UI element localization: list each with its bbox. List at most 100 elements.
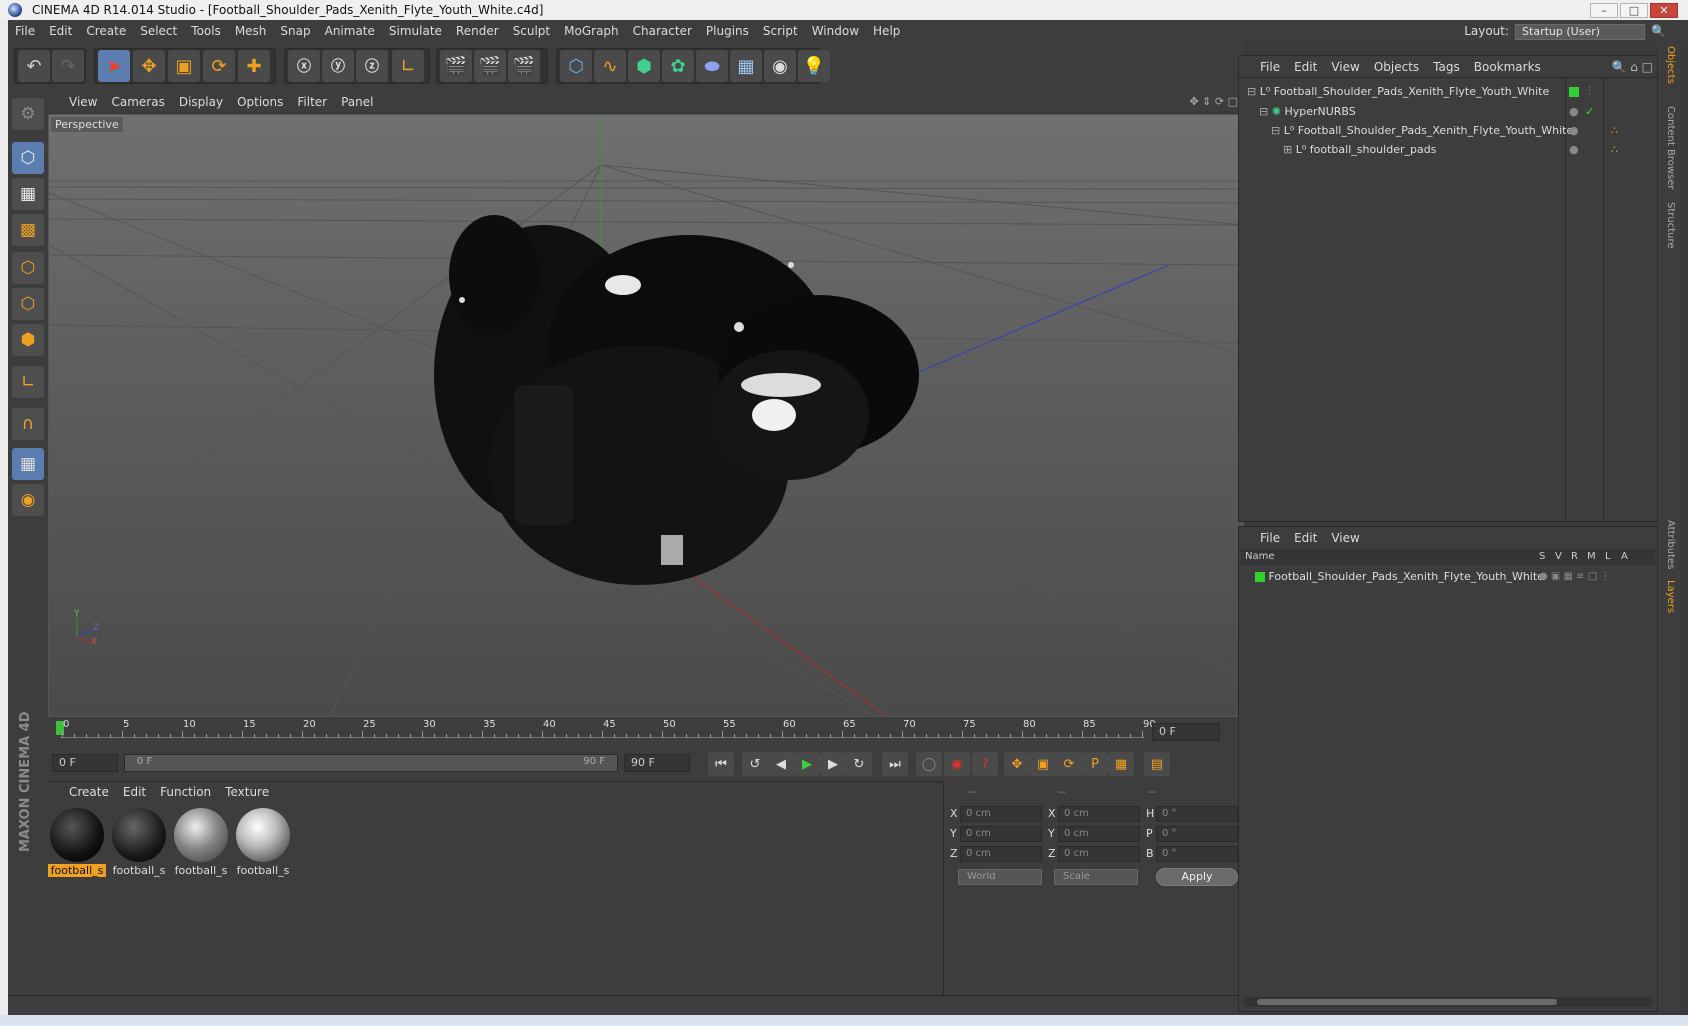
enabled-check-icon[interactable]: ✓	[1585, 102, 1594, 121]
rotate-tool-icon[interactable]: ⟳	[203, 50, 235, 82]
object-menu-objects[interactable]: Objects	[1367, 56, 1426, 78]
object-menu-edit[interactable]: Edit	[1287, 56, 1324, 78]
position-y-field[interactable]: 0 cm	[960, 826, 1042, 842]
menu-edit[interactable]: Edit	[42, 20, 79, 42]
material-swatch[interactable]: football_s	[110, 806, 168, 880]
size-x-field[interactable]: 0 cm	[1058, 806, 1140, 822]
visibility-dots-icon[interactable]: ⋮	[1585, 82, 1594, 101]
tree-item[interactable]: ⊟ ✺ HyperNURBS ● ✓	[1239, 102, 1657, 121]
layer-column-visible[interactable]: V	[1555, 551, 1562, 562]
light-icon[interactable]: 💡	[798, 50, 830, 82]
layer-column-locked[interactable]: L	[1605, 551, 1611, 562]
layer-column-manager[interactable]: M	[1587, 551, 1596, 562]
keyframe-selection-icon[interactable]: ?	[972, 752, 998, 776]
make-editable-icon[interactable]: ⚙	[12, 98, 44, 130]
workplane-mode-icon[interactable]: ▩	[12, 214, 44, 246]
workplane-lock-icon[interactable]: ▦	[12, 448, 44, 480]
axis-mode-icon[interactable]: ∟	[12, 366, 44, 398]
material-tag-icon[interactable]: ∴	[1611, 140, 1618, 159]
apply-button[interactable]: Apply	[1156, 868, 1238, 886]
viewport-menu-panel[interactable]: Panel	[334, 92, 380, 112]
menu-window[interactable]: Window	[805, 20, 866, 42]
render-view-icon[interactable]: 🎬	[440, 50, 472, 82]
material-swatch[interactable]: football_s	[48, 806, 106, 880]
soft-selection-icon[interactable]: ◉	[12, 484, 44, 516]
viewport-menu-filter[interactable]: Filter	[290, 92, 334, 112]
rotation-b-field[interactable]: 0 °	[1156, 846, 1238, 862]
viewport-menu-display[interactable]: Display	[172, 92, 230, 112]
menu-plugins[interactable]: Plugins	[699, 20, 756, 42]
menu-tools[interactable]: Tools	[184, 20, 228, 42]
render-picture-viewer-icon[interactable]: 🎬	[474, 50, 506, 82]
previous-key-icon[interactable]: ↺	[742, 752, 768, 776]
size-mode-dropdown[interactable]: Scale	[1054, 869, 1138, 885]
material-menu-create[interactable]: Create	[62, 782, 116, 802]
material-menu-texture[interactable]: Texture	[218, 782, 276, 802]
live-select-icon[interactable]: ✚	[238, 50, 270, 82]
viewport-menu-cameras[interactable]: Cameras	[104, 92, 171, 112]
spline-icon[interactable]: ∿	[594, 50, 626, 82]
layer-row[interactable]: Football_Shoulder_Pads_Xenith_Flyte_Yout…	[1239, 567, 1657, 586]
y-axis-lock-icon[interactable]: ⓨ	[322, 50, 354, 82]
layout-dropdown[interactable]: Startup (User)	[1515, 24, 1646, 40]
menu-mesh[interactable]: Mesh	[228, 20, 274, 42]
viewport-nav-icons[interactable]: ✥ ⇕ ⟳ □	[1189, 92, 1238, 112]
tab-attributes[interactable]: Attributes	[1660, 520, 1676, 569]
camera-icon[interactable]: ◉	[764, 50, 796, 82]
deformer-icon[interactable]: ⬬	[696, 50, 728, 82]
material-swatch[interactable]: football_s	[234, 806, 292, 880]
move-tool-icon[interactable]: ✥	[133, 50, 165, 82]
menu-script[interactable]: Script	[756, 20, 805, 42]
close-button[interactable]: ✕	[1650, 3, 1678, 18]
key-parameter-icon[interactable]: P	[1082, 752, 1108, 776]
menu-help[interactable]: Help	[866, 20, 907, 42]
position-x-field[interactable]: 0 cm	[960, 806, 1042, 822]
select-tool-icon[interactable]: ➤	[98, 50, 130, 82]
object-menu-bookmarks[interactable]: Bookmarks	[1467, 56, 1548, 78]
search-icon[interactable]: 🔍	[1651, 24, 1666, 38]
tab-structure[interactable]: Structure	[1660, 202, 1676, 249]
menu-snap[interactable]: Snap	[273, 20, 317, 42]
autokey-icon[interactable]: ◉	[944, 752, 970, 776]
object-menu-view[interactable]: View	[1324, 56, 1366, 78]
tree-item[interactable]: ⊟ L⁰ Football_Shoulder_Pads_Xenith_Flyte…	[1239, 121, 1657, 140]
array-icon[interactable]: ✿	[662, 50, 694, 82]
material-menu-edit[interactable]: Edit	[116, 782, 153, 802]
model-mode-icon[interactable]: ⬡	[12, 142, 44, 174]
layer-column-name[interactable]: Name	[1245, 551, 1275, 562]
rotation-p-field[interactable]: 0 °	[1156, 826, 1238, 842]
tree-item[interactable]: ⊟ L⁰ Football_Shoulder_Pads_Xenith_Flyte…	[1239, 82, 1657, 101]
menu-character[interactable]: Character	[626, 20, 699, 42]
material-swatch[interactable]: football_s	[172, 806, 230, 880]
timeline-ruler[interactable]: 0 5 10 15 20 25 30 35 40 45 50 55 60 65 70 75 80 85 90 0 F	[48, 717, 1244, 745]
polygons-mode-icon[interactable]: ⬢	[12, 324, 44, 356]
material-menu-function[interactable]: Function	[153, 782, 218, 802]
menu-sculpt[interactable]: Sculpt	[506, 20, 557, 42]
go-to-start-icon[interactable]: ⏮	[708, 752, 734, 776]
tab-layers[interactable]: Layers	[1660, 580, 1676, 613]
timeline-scheme-icon[interactable]: ▤	[1144, 752, 1170, 776]
layer-menu-edit[interactable]: Edit	[1287, 527, 1324, 549]
points-mode-icon[interactable]: ⬡	[12, 252, 44, 284]
viewport-menu-view[interactable]: View	[62, 92, 104, 112]
menu-mograph[interactable]: MoGraph	[557, 20, 626, 42]
viewport-menu-options[interactable]: Options	[230, 92, 290, 112]
layer-menu-file[interactable]: File	[1253, 527, 1287, 549]
render-settings-icon[interactable]: 🎬	[508, 50, 540, 82]
cube-primitive-icon[interactable]: ⬡	[560, 50, 592, 82]
previous-frame-icon[interactable]: ◀	[768, 752, 794, 776]
menu-select[interactable]: Select	[133, 20, 184, 42]
frame-range-slider[interactable]: 0 F 90 F	[124, 754, 618, 772]
restore-button[interactable]: □	[1620, 3, 1648, 18]
key-pla-icon[interactable]: ▦	[1108, 752, 1134, 776]
menu-create[interactable]: Create	[79, 20, 133, 42]
menu-render[interactable]: Render	[449, 20, 506, 42]
record-keys-icon[interactable]: ◯	[916, 752, 942, 776]
redo-icon[interactable]: ↷	[52, 50, 84, 82]
floor-icon[interactable]: ▦	[730, 50, 762, 82]
menu-file[interactable]: File	[8, 20, 42, 42]
size-z-field[interactable]: 0 cm	[1058, 846, 1140, 862]
max-frame-field[interactable]: 90 F	[624, 754, 690, 772]
key-scale-icon[interactable]: ▣	[1030, 752, 1056, 776]
menu-animate[interactable]: Animate	[318, 20, 382, 42]
